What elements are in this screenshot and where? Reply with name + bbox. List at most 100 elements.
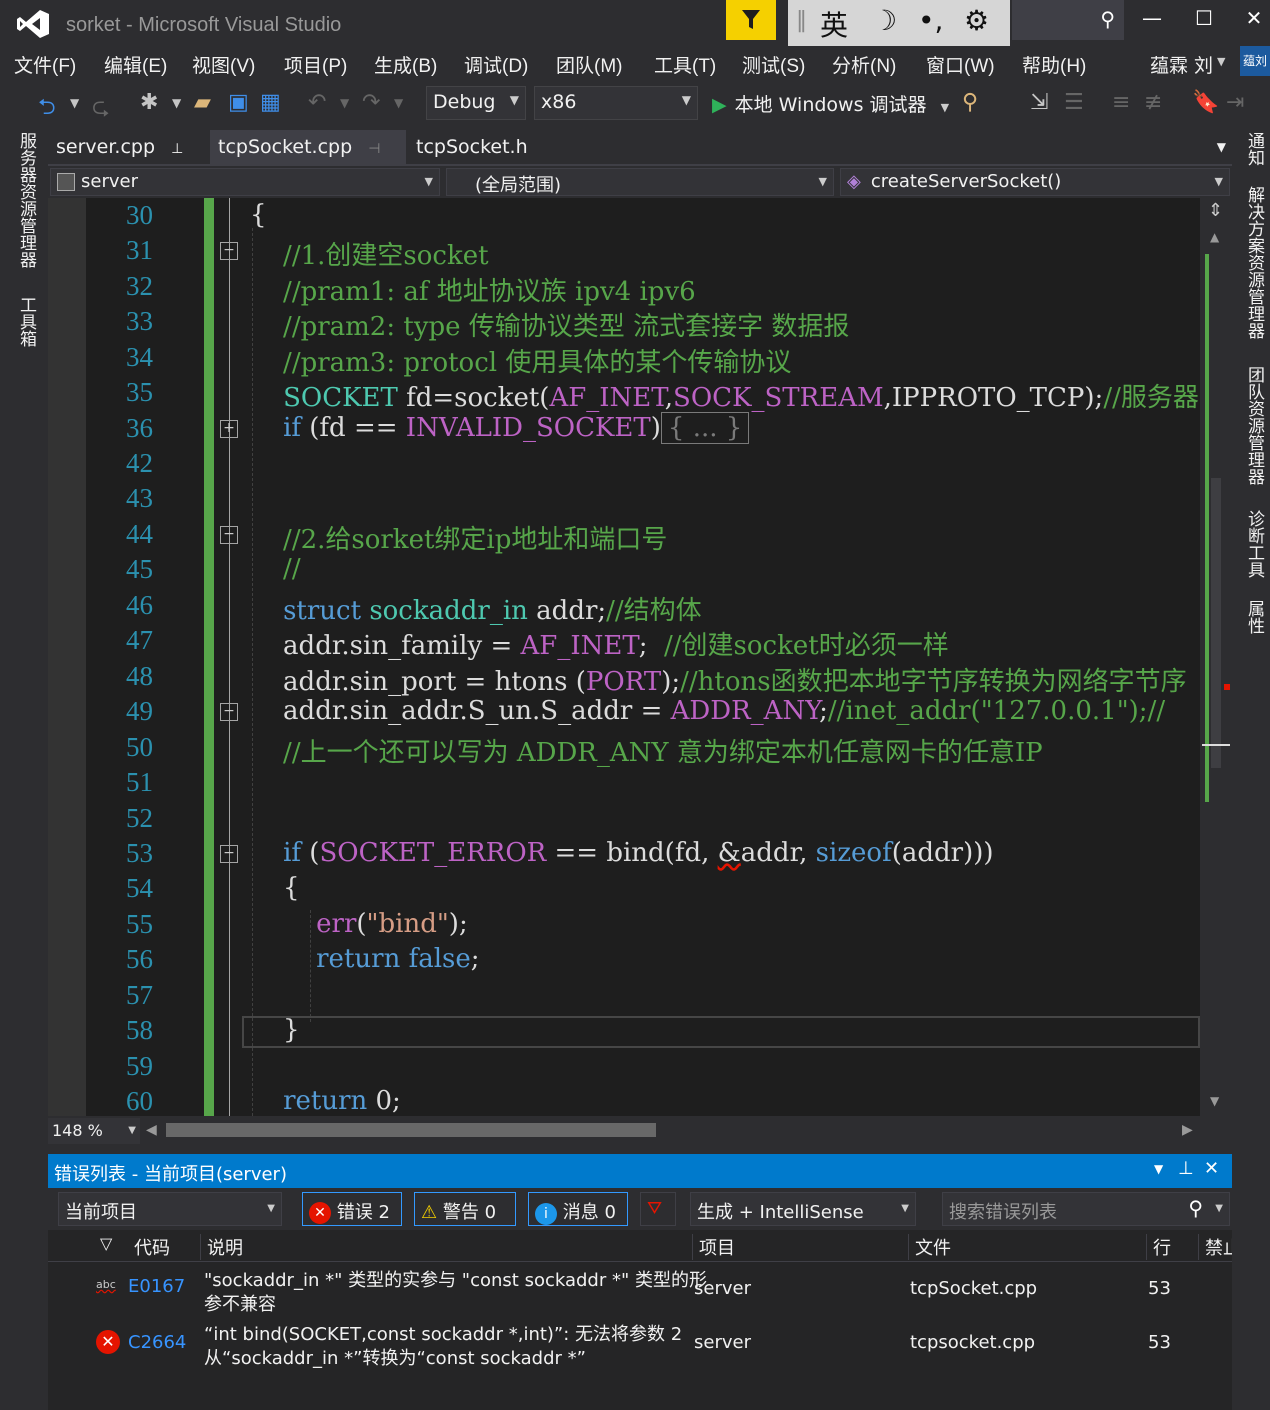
col-line[interactable]: 行 [1146,1234,1171,1260]
redo-dropdown-icon[interactable]: ▼ [394,96,403,110]
menu-project[interactable]: 项目(P) [284,51,347,78]
member-select[interactable]: ◈ createServerSocket() ▼ [840,168,1230,196]
expand-icon[interactable]: + [220,420,238,438]
menu-view[interactable]: 视图(V) [192,51,255,78]
toolbox-tab[interactable]: 工具箱 [14,296,39,347]
col-description[interactable]: 说明 [200,1234,243,1260]
bookmark-list-icon[interactable]: ☰ [1064,90,1084,115]
scope-select[interactable]: (全局范围) ▼ [446,168,834,196]
comment-icon[interactable]: ≡ [1112,90,1130,115]
new-project-icon[interactable]: ✱ [140,90,158,115]
horizontal-scroll-thumb[interactable] [166,1123,656,1137]
table-row[interactable]: ✕ C2664 “int bind(SOCKET,const sockaddr … [48,1316,1232,1370]
error-search-input[interactable]: 搜索错误列表 ⚲ ▼ [942,1192,1230,1226]
find-in-files-icon[interactable]: ⚲ [962,90,978,115]
feedback-filter-icon[interactable] [726,0,776,40]
ime-toolbar[interactable]: ‖ 英 ☽ •, ⚙ [788,0,1010,46]
team-explorer-tab[interactable]: 团队资源管理器 [1242,366,1267,485]
user-account[interactable]: 蕴霖 刘 [1150,51,1213,78]
project-select[interactable]: server ▼ [50,168,440,196]
redo-icon[interactable]: ↷ [362,90,380,115]
messages-toggle-button[interactable]: i 消息 0 [528,1192,628,1226]
ime-lang[interactable]: 英 [820,4,848,44]
user-dropdown-icon[interactable]: ▼ [1217,55,1225,68]
collapse-icon[interactable]: − [220,242,238,260]
table-row[interactable]: abc E0167 "sockaddr_in *" 类型的实参与 "const … [48,1262,1232,1316]
minimize-button[interactable]: — [1132,6,1172,36]
close-button[interactable]: ✕ [1234,6,1270,36]
warnings-toggle-button[interactable]: ⚠ 警告 0 [414,1192,516,1226]
vertical-scrollbar[interactable]: ⇕ ▲ ▼ [1200,198,1232,1116]
back-dropdown-icon[interactable]: ▼ [70,96,79,110]
error-code[interactable]: E0167 [128,1276,185,1297]
menu-analyze[interactable]: 分析(N) [832,51,896,78]
col-code[interactable]: 代码 [128,1234,170,1260]
tab-tcpsocket-cpp[interactable]: tcpSocket.cpp ⊣ ✕ [210,130,406,179]
config-select[interactable]: Debug ▼ [426,86,526,120]
close-icon[interactable]: ✕ [1204,1158,1219,1179]
window-menu-icon[interactable]: ▼ [1154,1162,1163,1176]
diagnostic-tools-tab[interactable]: 诊断工具 [1242,510,1267,578]
platform-select[interactable]: x86 ▼ [534,86,698,120]
bookmark-icon[interactable]: 🔖 [1192,90,1219,115]
errors-toggle-button[interactable]: ✕ 错误 2 [302,1192,402,1226]
open-file-icon[interactable]: ▰ [194,90,211,115]
source-filter-select[interactable]: 生成 + IntelliSense ▼ [690,1192,916,1226]
ime-punct-icon[interactable]: •, [918,4,943,37]
solution-explorer-tab[interactable]: 解决方案资源管理器 [1242,186,1267,339]
split-window-icon[interactable]: ⇕ [1208,200,1223,221]
tab-tcpsocket-h[interactable]: tcpSocket.h [408,130,528,164]
pin-icon[interactable]: ⊥ [171,141,183,157]
next-bookmark-icon[interactable]: ⇥ [1226,90,1244,115]
menu-help[interactable]: 帮助(H) [1022,51,1086,78]
menu-build[interactable]: 生成(B) [374,51,437,78]
menu-window[interactable]: 窗口(W) [926,51,995,78]
scroll-up-icon[interactable]: ▲ [1210,230,1219,244]
tab-overflow-icon[interactable]: ▼ [1217,140,1226,154]
tab-server-cpp[interactable]: server.cpp ⊥ [48,130,198,164]
maximize-button[interactable]: ☐ [1184,6,1224,36]
collapse-icon[interactable]: − [220,526,238,544]
col-project[interactable]: 项目 [692,1234,735,1260]
undo-dropdown-icon[interactable]: ▼ [340,96,349,110]
start-debugging-button[interactable]: ▶ 本地 Windows 调试器 ▼ [712,90,949,117]
col-file[interactable]: 文件 [908,1234,951,1260]
scroll-down-icon[interactable]: ▼ [1210,1094,1219,1108]
user-avatar[interactable]: 蕴刘 [1240,46,1270,76]
scope-filter-select[interactable]: 当前项目 ▼ [58,1192,282,1226]
menu-team[interactable]: 团队(M) [556,51,622,78]
col-suppression[interactable]: 禁止 [1198,1234,1232,1260]
ime-gear-icon[interactable]: ⚙ [964,4,989,37]
pin-icon[interactable]: ⊥ [1178,1158,1194,1179]
collapse-icon[interactable]: − [220,703,238,721]
ime-moon-icon[interactable]: ☽ [872,4,897,37]
menu-tools[interactable]: 工具(T) [654,51,716,78]
sort-filter-icon[interactable]: ▽ [100,1234,112,1253]
save-all-icon[interactable]: ▦ [260,90,281,115]
undo-icon[interactable]: ↶ [308,90,326,115]
server-explorer-tab[interactable]: 服务器资源管理器 [14,132,39,268]
collapse-icon[interactable]: − [220,845,238,863]
menu-test[interactable]: 测试(S) [742,51,805,78]
step-into-icon[interactable]: ⇲ [1030,90,1048,115]
properties-tab[interactable]: 属性 [1242,600,1267,634]
quick-launch-input[interactable]: ⚲ [1012,0,1124,40]
line-number: 59 [126,1051,153,1081]
menu-edit[interactable]: 编辑(E) [104,51,167,78]
uncomment-icon[interactable]: ≢ [1144,90,1162,115]
new-dropdown-icon[interactable]: ▼ [172,96,181,110]
forward-icon[interactable]: ⮎ [92,90,110,128]
menu-file[interactable]: 文件(F) [14,51,76,78]
menu-debug[interactable]: 调试(D) [464,51,528,78]
zoom-select[interactable]: 148 % ▼ [48,1118,140,1144]
filter-build-button[interactable]: ⛛ [640,1192,676,1226]
notifications-tab[interactable]: 通知 [1242,132,1267,166]
error-code[interactable]: C2664 [128,1332,186,1353]
scroll-left-icon[interactable]: ◀ [146,1122,157,1138]
back-icon[interactable]: ⮌ [38,90,56,128]
save-icon[interactable]: ▣ [228,90,249,115]
scroll-thumb[interactable] [1211,478,1221,768]
pin-icon[interactable]: ⊣ [368,141,380,157]
code-editor[interactable]: 30 31 32 33 34 35 36 42 43 44 45 46 47 4… [48,198,1232,1116]
scroll-right-icon[interactable]: ▶ [1182,1122,1193,1138]
